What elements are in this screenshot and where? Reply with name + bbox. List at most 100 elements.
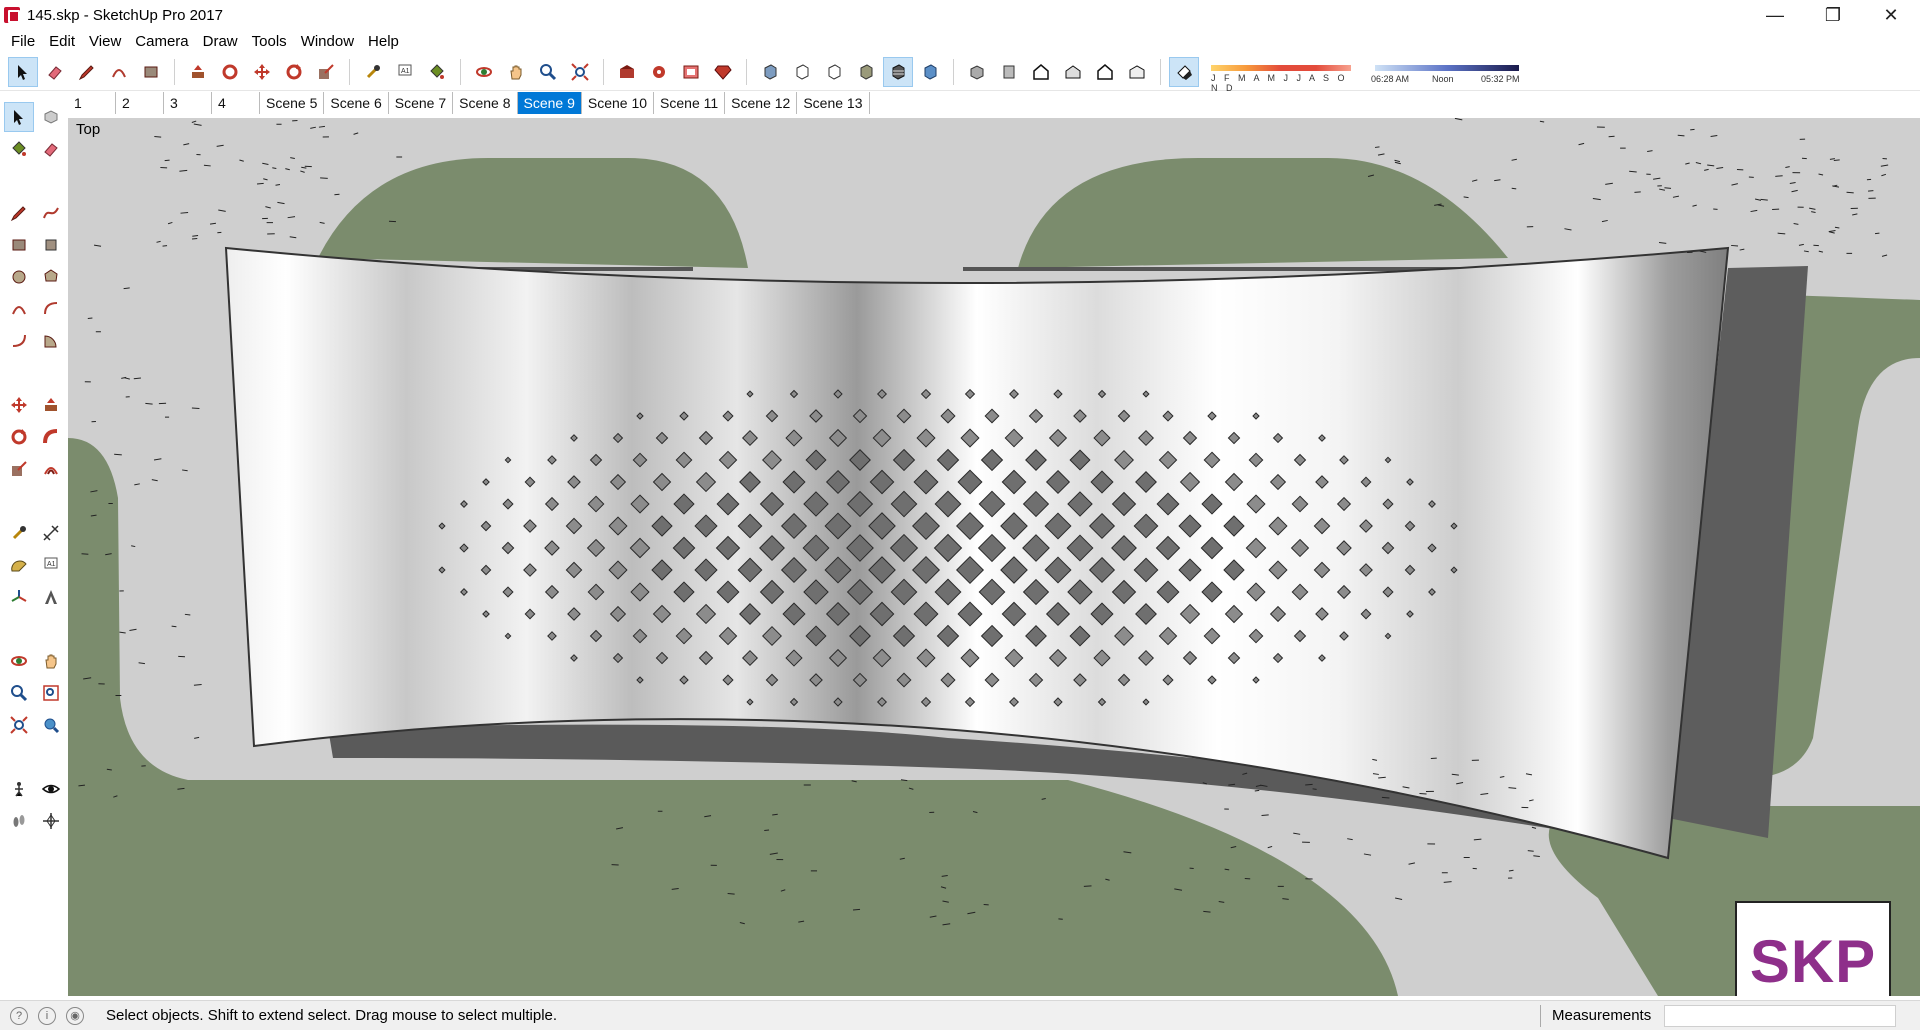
- dimension-tool[interactable]: [36, 518, 66, 548]
- rectangle-tool-button[interactable]: [136, 57, 166, 87]
- zoom-tool[interactable]: [4, 678, 34, 708]
- select-tool[interactable]: [4, 102, 34, 132]
- eraser-tool-button[interactable]: [40, 57, 70, 87]
- right-view-button[interactable]: [1058, 57, 1088, 87]
- zoom-window-tool[interactable]: [36, 678, 66, 708]
- push-pull-tool-button[interactable]: [183, 57, 213, 87]
- scale-tool-button[interactable]: [311, 57, 341, 87]
- orbit-tool-button[interactable]: [469, 57, 499, 87]
- paint-bucket-tool-button[interactable]: [422, 57, 452, 87]
- left-view-button[interactable]: [1122, 57, 1152, 87]
- pencil-tool-button[interactable]: [72, 57, 102, 87]
- scene-tab[interactable]: 4: [212, 92, 260, 114]
- follow-me-tool-button[interactable]: [215, 57, 245, 87]
- look-around-tool[interactable]: [36, 774, 66, 804]
- three-point-arc-tool[interactable]: [4, 326, 34, 356]
- menu-camera[interactable]: Camera: [128, 33, 195, 50]
- scene-tab[interactable]: Scene 7: [389, 92, 454, 114]
- warehouse-button[interactable]: [612, 57, 642, 87]
- model-canvas[interactable]: [68, 118, 1920, 996]
- tape-measure-tool[interactable]: [4, 518, 34, 548]
- freehand-tool[interactable]: [36, 198, 66, 228]
- month-slider[interactable]: J F M A M J J A S O N D: [1207, 57, 1357, 93]
- text-tool-button[interactable]: A1: [390, 57, 420, 87]
- model-viewport[interactable]: Top SKP: [68, 118, 1920, 996]
- move-tool-button[interactable]: [247, 57, 277, 87]
- section-plane-tool[interactable]: [36, 806, 66, 836]
- paint-bucket-tool[interactable]: [4, 134, 34, 164]
- scene-tab[interactable]: Scene 11: [654, 92, 726, 114]
- front-view-button[interactable]: [1026, 57, 1056, 87]
- menu-file[interactable]: File: [4, 33, 42, 50]
- axes-tool[interactable]: [4, 582, 34, 612]
- scene-tab[interactable]: Scene 10: [582, 92, 655, 114]
- pan-tool-button[interactable]: [501, 57, 531, 87]
- scale-tool[interactable]: [4, 454, 34, 484]
- toggle-shadows-button[interactable]: [1169, 56, 1199, 87]
- share-model-button[interactable]: [644, 57, 674, 87]
- ruby-console-button[interactable]: [708, 57, 738, 87]
- previous-view-tool[interactable]: [36, 710, 66, 740]
- rotate-tool-button[interactable]: [279, 57, 309, 87]
- hidden-line-style-button[interactable]: [819, 57, 849, 87]
- select-tool-button[interactable]: [8, 56, 38, 87]
- top-view-button[interactable]: [994, 57, 1024, 87]
- zoom-tool-button[interactable]: [533, 57, 563, 87]
- scene-tab[interactable]: 3: [164, 92, 212, 114]
- scene-tab[interactable]: Scene 13: [797, 92, 870, 114]
- zoom-extents-tool[interactable]: [4, 710, 34, 740]
- menu-view[interactable]: View: [82, 33, 128, 50]
- rotate-tool[interactable]: [4, 422, 34, 452]
- rotated-rectangle-tool[interactable]: [36, 230, 66, 260]
- offset-tool[interactable]: [36, 454, 66, 484]
- extension-warehouse-button[interactable]: [676, 57, 706, 87]
- two-point-arc-tool[interactable]: [36, 294, 66, 324]
- pan-tool[interactable]: [36, 646, 66, 676]
- eraser-tool[interactable]: [36, 134, 66, 164]
- menu-draw[interactable]: Draw: [196, 33, 245, 50]
- maximize-button[interactable]: ❐: [1804, 0, 1862, 30]
- back-view-button[interactable]: [1090, 57, 1120, 87]
- wireframe-style-button[interactable]: [787, 57, 817, 87]
- iso-view-button[interactable]: [962, 57, 992, 87]
- scene-tab[interactable]: 2: [116, 92, 164, 114]
- credits-icon[interactable]: i: [38, 1006, 56, 1025]
- move-tool[interactable]: [4, 390, 34, 420]
- line-tool[interactable]: [4, 198, 34, 228]
- menu-help[interactable]: Help: [361, 33, 406, 50]
- text-tool[interactable]: A1: [36, 550, 66, 580]
- walk-tool[interactable]: [4, 806, 34, 836]
- make-component-tool[interactable]: [36, 102, 66, 132]
- push-pull-tool[interactable]: [36, 390, 66, 420]
- zoom-extents-tool-button[interactable]: [565, 57, 595, 87]
- scene-tab[interactable]: Scene 8: [453, 92, 518, 114]
- position-camera-tool[interactable]: [4, 774, 34, 804]
- arc-tool-button[interactable]: [104, 57, 134, 87]
- menu-window[interactable]: Window: [294, 33, 361, 50]
- scene-tab[interactable]: 1: [68, 92, 116, 114]
- arc-tool[interactable]: [4, 294, 34, 324]
- polygon-tool[interactable]: [36, 262, 66, 292]
- menu-tools[interactable]: Tools: [245, 33, 294, 50]
- shaded-textures-style-button[interactable]: [883, 56, 913, 87]
- pie-tool[interactable]: [36, 326, 66, 356]
- monochrome-style-button[interactable]: [915, 57, 945, 87]
- close-button[interactable]: ✕: [1862, 0, 1920, 30]
- xray-style-button[interactable]: [755, 57, 785, 87]
- menu-edit[interactable]: Edit: [42, 33, 82, 50]
- rectangle-tool[interactable]: [4, 230, 34, 260]
- geo-location-icon[interactable]: ?: [10, 1006, 28, 1025]
- tape-measure-tool-button[interactable]: [358, 57, 388, 87]
- 3d-text-tool[interactable]: [36, 582, 66, 612]
- follow-me-tool[interactable]: [36, 422, 66, 452]
- time-slider[interactable]: 06:28 AM Noon 05:32 PM: [1371, 57, 1521, 87]
- protractor-tool[interactable]: [4, 550, 34, 580]
- measurements-input[interactable]: [1664, 1005, 1896, 1027]
- user-account-icon[interactable]: ◉: [66, 1006, 84, 1025]
- scene-tab[interactable]: Scene 9: [517, 92, 582, 114]
- scene-tab[interactable]: Scene 12: [725, 92, 798, 114]
- scene-tab[interactable]: Scene 6: [324, 92, 389, 114]
- scene-tab[interactable]: Scene 5: [260, 92, 325, 114]
- minimize-button[interactable]: —: [1746, 0, 1804, 30]
- circle-tool[interactable]: [4, 262, 34, 292]
